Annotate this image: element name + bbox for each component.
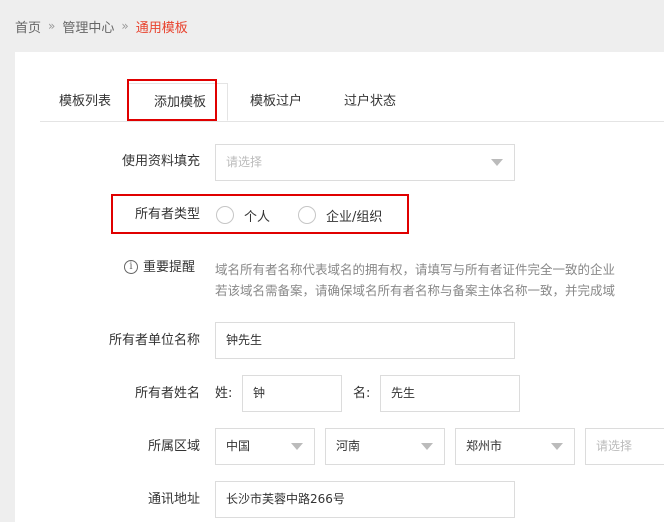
- surname-label: 姓:: [215, 386, 233, 401]
- given-name-input[interactable]: 先生: [380, 375, 520, 412]
- radio-organization[interactable]: 企业/组织: [298, 205, 382, 225]
- org-name-input[interactable]: 钟先生: [215, 322, 515, 359]
- breadcrumb-current: 通用模板: [135, 20, 188, 36]
- region-label: 所属区域: [147, 439, 200, 454]
- tab-template-list[interactable]: 模板列表: [59, 83, 111, 121]
- radio-individual-label: 个人: [244, 209, 271, 225]
- address-value: 长沙市芙蓉中路266号: [226, 492, 345, 506]
- radio-organization-label: 企业/组织: [326, 209, 383, 225]
- tab-bar: 模板列表 添加模板 模板过户 过户状态: [40, 83, 664, 122]
- given-name-value: 先生: [391, 386, 416, 400]
- owner-type-label: 所有者类型: [134, 207, 200, 222]
- tab-template-transfer[interactable]: 模板过户: [250, 83, 302, 121]
- surname-input[interactable]: 钟: [242, 375, 342, 412]
- breadcrumb-section[interactable]: 管理中心: [62, 17, 114, 36]
- radio-circle-icon: [216, 206, 234, 224]
- fill-label: 使用资料填充: [121, 154, 200, 169]
- city-select[interactable]: 郑州市: [455, 428, 575, 465]
- owner-name-label: 所有者姓名: [134, 386, 200, 401]
- notice-line: 若该域名需备案，请确保域名所有者名称与备案主体名称一致，并完成域: [215, 283, 616, 298]
- city-value: 郑州市: [466, 439, 503, 453]
- radio-circle-icon: [298, 206, 316, 224]
- radio-individual[interactable]: 个人: [216, 205, 270, 225]
- fill-select[interactable]: 请选择: [215, 144, 515, 181]
- address-input[interactable]: 长沙市芙蓉中路266号: [215, 481, 515, 518]
- province-select[interactable]: 河南: [325, 428, 445, 465]
- chevron-down-icon: [491, 159, 503, 166]
- address-label: 通讯地址: [147, 492, 200, 507]
- info-icon: i: [124, 260, 138, 274]
- district-select[interactable]: 请选择: [585, 428, 664, 465]
- notice-text: 域名所有者名称代表域名的拥有权，请填写与所有者证件完全一致的企业 若该域名需备案…: [215, 259, 664, 301]
- tab-add-template[interactable]: 添加模板: [127, 83, 228, 121]
- country-select[interactable]: 中国: [215, 428, 315, 465]
- breadcrumb-home[interactable]: 首页: [15, 17, 41, 36]
- org-name-value: 钟先生: [226, 333, 263, 347]
- country-value: 中国: [226, 439, 251, 453]
- breadcrumb-separator: »: [121, 19, 129, 33]
- notice-line: 域名所有者名称代表域名的拥有权，请填写与所有者证件完全一致的企业: [215, 262, 616, 277]
- notice-label: 重要提醒: [143, 260, 196, 275]
- chevron-down-icon: [291, 443, 303, 450]
- breadcrumb-separator: »: [48, 19, 56, 33]
- district-placeholder: 请选择: [596, 439, 633, 453]
- given-name-label: 名:: [353, 386, 371, 401]
- surname-value: 钟: [253, 386, 266, 400]
- breadcrumb: 首页 » 管理中心 » 通用模板: [15, 16, 188, 36]
- tab-transfer-status[interactable]: 过户状态: [344, 83, 396, 121]
- chevron-down-icon: [551, 443, 563, 450]
- org-name-label: 所有者单位名称: [108, 333, 200, 348]
- province-value: 河南: [336, 439, 361, 453]
- fill-placeholder: 请选择: [226, 155, 263, 169]
- chevron-down-icon: [421, 443, 433, 450]
